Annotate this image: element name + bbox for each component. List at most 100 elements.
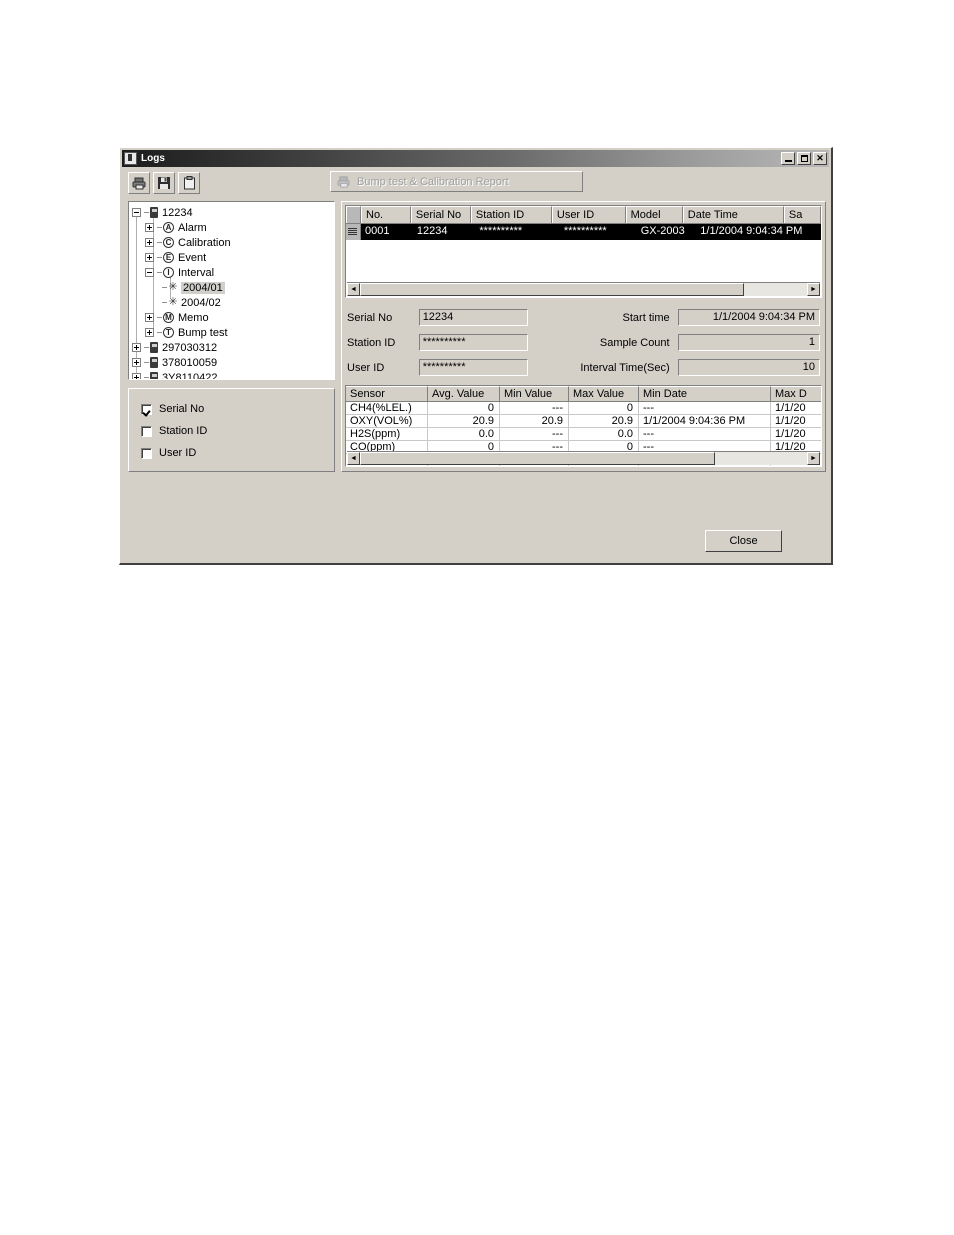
expander-plus-icon[interactable]	[132, 358, 141, 367]
tree-node-memo[interactable]: M Memo	[132, 310, 334, 325]
sample-count-field[interactable]: 1	[677, 334, 821, 351]
tree-node-label: Memo	[178, 311, 209, 324]
col-header-min-date[interactable]: Min Date	[639, 386, 771, 402]
print-icon-button[interactable]	[128, 172, 150, 194]
expander-plus-icon[interactable]	[145, 238, 154, 247]
user-id-label: User ID	[347, 361, 385, 374]
window-titlebar[interactable]: Logs ✕	[122, 150, 829, 167]
expander-plus-icon[interactable]	[145, 253, 154, 262]
log-period-icon: ✳	[168, 281, 178, 293]
tree-node-378010059[interactable]: 378010059	[132, 355, 334, 370]
tree-node-event[interactable]: E Event	[132, 250, 334, 265]
cell-date-time: 1/1/2004 9:04:34 PM	[700, 225, 803, 237]
tree-line	[157, 332, 162, 333]
col-header-serial-no[interactable]: Serial No	[410, 206, 471, 223]
row-selector-icon[interactable]	[346, 224, 361, 240]
filter-serial-no[interactable]: Serial No	[141, 398, 334, 420]
col-header-min-value[interactable]: Min Value	[500, 386, 569, 402]
bumptest-category-icon: T	[163, 327, 174, 338]
tree-node-12234[interactable]: 12234	[132, 205, 334, 220]
save-icon-button[interactable]	[153, 172, 175, 194]
station-id-field[interactable]: **********	[418, 334, 529, 351]
expander-plus-icon[interactable]	[145, 313, 154, 322]
sensor-table-row[interactable]: OXY(VOL%) 20.9 20.9 20.9 1/1/2004 9:04:3…	[346, 415, 821, 428]
filter-options-panel: Serial No Station ID User ID	[128, 388, 335, 472]
cell-sensor: H2S(ppm)	[346, 428, 428, 441]
tree-node-2004-01[interactable]: ✳ 2004/01	[132, 280, 334, 295]
tree-node-calibration[interactable]: C Calibration	[132, 235, 334, 250]
scroll-left-arrow-icon[interactable]: ◄	[347, 283, 360, 296]
serial-no-label: Serial No	[347, 311, 393, 324]
col-header-user-id[interactable]: User ID	[551, 206, 626, 223]
filter-station-id[interactable]: Station ID	[141, 420, 334, 442]
log-grid-hscrollbar[interactable]: ◄ ►	[347, 282, 820, 296]
print-icon	[132, 177, 145, 189]
device-log-tree[interactable]: 12234 A Alarm C Calibration E Event I In…	[128, 201, 335, 380]
col-header-max-value[interactable]: Max Value	[569, 386, 639, 402]
event-category-icon: E	[163, 252, 174, 263]
tree-node-label: 378010059	[162, 356, 218, 369]
tree-node-label: 2004/02	[181, 296, 221, 309]
filter-user-id[interactable]: User ID	[141, 442, 334, 464]
serial-no-checkbox[interactable]	[141, 403, 152, 415]
tree-node-3y8110422[interactable]: 3Y8110422	[132, 370, 334, 380]
tree-node-label: Event	[178, 251, 207, 264]
scroll-right-arrow-icon[interactable]: ►	[807, 283, 820, 296]
sensor-readings-table[interactable]: Sensor Avg. Value Min Value Max Value Mi…	[345, 385, 822, 467]
col-header-sample[interactable]: Sa	[783, 206, 821, 223]
serial-no-field[interactable]: 12234	[418, 309, 529, 326]
log-records-grid[interactable]: No. Serial No Station ID User ID Model D…	[345, 205, 822, 298]
scroll-left-arrow-icon[interactable]: ◄	[347, 452, 360, 465]
scroll-thumb[interactable]	[360, 283, 744, 296]
scroll-right-arrow-icon[interactable]: ►	[807, 452, 820, 465]
expander-minus-icon[interactable]	[145, 268, 154, 277]
col-header-max-date[interactable]: Max D	[771, 386, 821, 402]
col-header-station-id[interactable]: Station ID	[470, 206, 552, 223]
clipboard-icon-button[interactable]	[178, 172, 200, 194]
expander-plus-icon[interactable]	[132, 373, 141, 379]
tree-node-interval[interactable]: I Interval	[132, 265, 334, 280]
col-header-sensor[interactable]: Sensor	[346, 386, 428, 402]
cell-sensor: CH4(%LEL.)	[346, 402, 428, 415]
cell-avg: 0	[428, 402, 500, 415]
cell-min-date: 1/1/2004 9:04:36 PM	[639, 415, 771, 428]
col-header-model[interactable]: Model	[625, 206, 683, 223]
minimize-button[interactable]	[781, 152, 795, 165]
user-id-field[interactable]: **********	[418, 359, 529, 376]
col-header-date-time[interactable]: Date Time	[682, 206, 784, 223]
sensor-table-row[interactable]: H2S(ppm) 0.0 --- 0.0 --- 1/1/20	[346, 428, 821, 441]
close-button[interactable]: Close	[705, 530, 782, 552]
scroll-track[interactable]	[715, 452, 807, 465]
tree-node-label: 3Y8110422	[162, 371, 218, 380]
field-row-user-id: User ID ********** Interval Time(Sec) 10	[347, 355, 821, 380]
calibration-category-icon: C	[163, 237, 174, 248]
tree-node-297030312[interactable]: 297030312	[132, 340, 334, 355]
start-time-field[interactable]: 1/1/2004 9:04:34 PM	[677, 309, 821, 326]
tree-node-bump-test[interactable]: T Bump test	[132, 325, 334, 340]
expander-plus-icon[interactable]	[145, 223, 154, 232]
cell-min: ---	[500, 402, 569, 415]
maximize-button[interactable]	[797, 152, 811, 165]
station-id-checkbox[interactable]	[141, 425, 152, 437]
expander-minus-icon[interactable]	[132, 208, 141, 217]
scroll-thumb[interactable]	[360, 452, 715, 465]
tree-line	[162, 287, 167, 288]
expander-plus-icon[interactable]	[132, 343, 141, 352]
cell-max-date: 1/1/20	[771, 402, 821, 415]
user-id-checkbox[interactable]	[141, 447, 152, 459]
tree-node-2004-02[interactable]: ✳ 2004/02	[132, 295, 334, 310]
cell-max: 0.0	[569, 428, 639, 441]
cell-serial-no: 12234	[416, 225, 448, 237]
interval-time-field[interactable]: 10	[677, 359, 821, 376]
close-window-button[interactable]: ✕	[813, 152, 827, 165]
sensor-table-row[interactable]: CH4(%LEL.) 0 --- 0 --- 1/1/20	[346, 402, 821, 415]
sensor-table-hscrollbar[interactable]: ◄ ►	[347, 451, 820, 465]
bump-test-calibration-report-button[interactable]: Bump test & Calibration Report	[330, 171, 583, 192]
device-icon	[150, 342, 158, 353]
log-grid-row-selected[interactable]: 0001 12234 ********** ********** GX-2003…	[346, 224, 821, 240]
col-header-no[interactable]: No.	[361, 206, 411, 223]
col-header-avg-value[interactable]: Avg. Value	[428, 386, 500, 402]
scroll-track[interactable]	[744, 283, 807, 296]
expander-plus-icon[interactable]	[145, 328, 154, 337]
tree-node-alarm[interactable]: A Alarm	[132, 220, 334, 235]
